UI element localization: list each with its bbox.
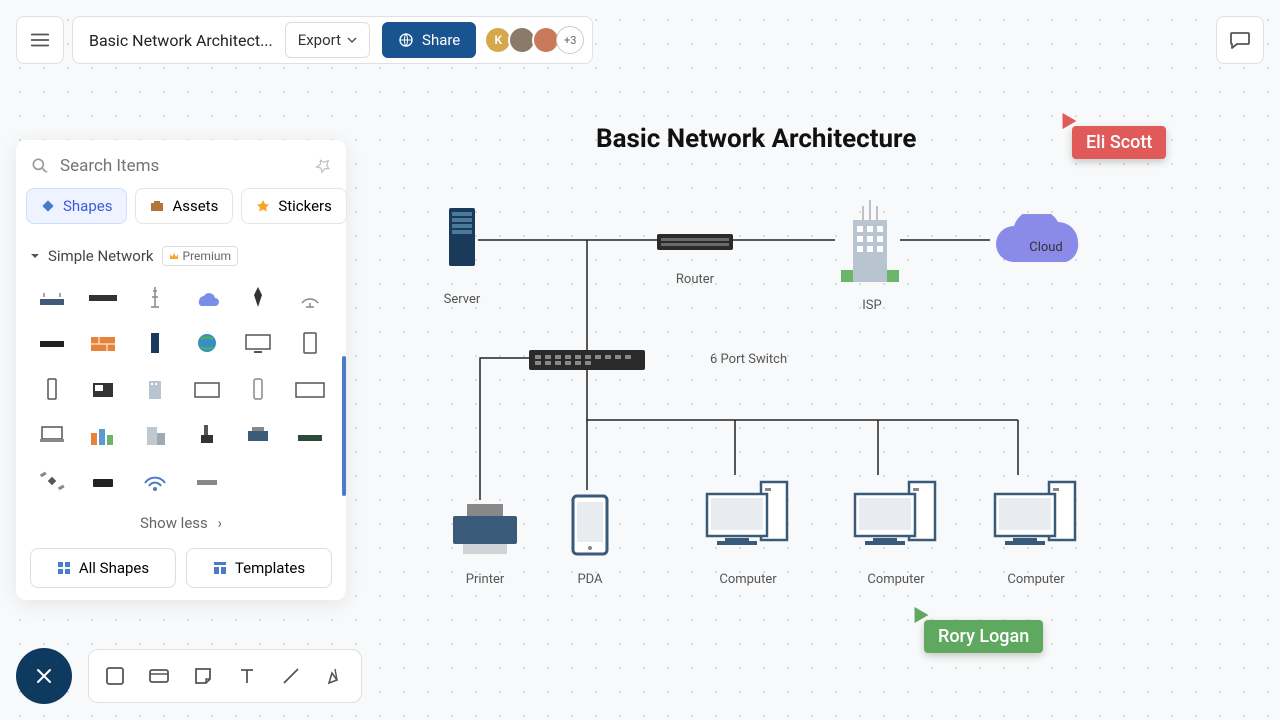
- label-cloud: Cloud: [1029, 240, 1063, 255]
- show-less-button[interactable]: Show less ›: [16, 504, 346, 540]
- shape-tablet[interactable]: [288, 324, 332, 362]
- shape-rack[interactable]: [30, 324, 74, 362]
- collaborator-cursor-eli: Eli Scott: [1072, 126, 1166, 159]
- all-shapes-button[interactable]: All Shapes: [30, 548, 176, 588]
- label-server: Server: [444, 292, 481, 307]
- shape-screen[interactable]: [185, 370, 229, 408]
- node-router[interactable]: [657, 228, 733, 258]
- comments-button[interactable]: [1216, 16, 1264, 64]
- collaborator-avatars[interactable]: K +3: [488, 26, 584, 54]
- briefcase-icon: [150, 199, 164, 213]
- layout-icon: [213, 561, 227, 575]
- node-computer-3[interactable]: [991, 478, 1081, 560]
- shape-laptop[interactable]: [30, 416, 74, 454]
- label-computer-2: Computer: [867, 572, 924, 587]
- shapes-panel: Shapes Assets Stickers Simple Network Pr…: [16, 140, 346, 600]
- shape-hub[interactable]: [82, 462, 126, 500]
- chat-icon: [1228, 28, 1252, 52]
- tab-stickers[interactable]: Stickers: [241, 188, 347, 224]
- node-server[interactable]: [447, 208, 477, 270]
- shape-fax[interactable]: [82, 370, 126, 408]
- label-pda: PDA: [577, 572, 602, 587]
- shape-satellite[interactable]: [30, 462, 74, 500]
- node-switch[interactable]: [529, 350, 645, 374]
- shape-globe[interactable]: [185, 324, 229, 362]
- chevron-down-icon: [347, 35, 357, 45]
- tab-shapes[interactable]: Shapes: [26, 188, 127, 224]
- node-computer-1[interactable]: [703, 478, 793, 560]
- shape-office[interactable]: [133, 416, 177, 454]
- label-computer-3: Computer: [1007, 572, 1064, 587]
- label-router: Router: [676, 272, 714, 287]
- shape-building[interactable]: [133, 370, 177, 408]
- shape-city[interactable]: [82, 416, 126, 454]
- star-icon: [256, 199, 270, 213]
- tool-pen[interactable]: [315, 656, 355, 696]
- search-input[interactable]: [60, 156, 304, 176]
- scrollbar[interactable]: [342, 356, 346, 496]
- shape-printer[interactable]: [237, 416, 281, 454]
- tool-line[interactable]: [271, 656, 311, 696]
- tool-text[interactable]: [227, 656, 267, 696]
- tab-assets[interactable]: Assets: [135, 188, 233, 224]
- shape-firewall[interactable]: [82, 324, 126, 362]
- tool-strip: [88, 649, 362, 703]
- menu-button[interactable]: [16, 16, 64, 64]
- label-printer: Printer: [466, 572, 505, 587]
- label-isp: ISP: [862, 298, 881, 313]
- node-printer[interactable]: [449, 500, 521, 560]
- avatar-more[interactable]: +3: [556, 26, 584, 54]
- document-title[interactable]: Basic Network Architect...: [89, 31, 273, 50]
- shape-switch[interactable]: [82, 278, 126, 316]
- search-icon: [30, 156, 50, 176]
- grid-icon: [57, 561, 71, 575]
- tool-note[interactable]: [183, 656, 223, 696]
- shape-cloud[interactable]: [185, 278, 229, 316]
- shape-monitor[interactable]: [237, 324, 281, 362]
- pin-icon[interactable]: [310, 153, 335, 178]
- diamond-icon: [41, 199, 55, 213]
- label-computer-1: Computer: [719, 572, 776, 587]
- export-button[interactable]: Export: [285, 22, 370, 58]
- label-switch: 6 Port Switch: [710, 352, 787, 367]
- shape-wifi-router[interactable]: [30, 278, 74, 316]
- shape-mobile[interactable]: [237, 370, 281, 408]
- shape-wireless[interactable]: [133, 462, 177, 500]
- close-icon: [34, 666, 54, 686]
- node-pda[interactable]: [571, 494, 609, 560]
- collapse-icon: [30, 251, 40, 261]
- shape-modem[interactable]: [288, 416, 332, 454]
- title-bar: Basic Network Architect... Export Share …: [72, 16, 593, 64]
- shape-server[interactable]: [133, 324, 177, 362]
- close-fab[interactable]: [16, 648, 72, 704]
- section-simple-network[interactable]: Simple Network Premium: [16, 236, 346, 274]
- shape-satellite-dish[interactable]: [288, 278, 332, 316]
- crown-icon: [169, 251, 179, 261]
- hamburger-icon: [29, 29, 51, 51]
- share-button[interactable]: Share: [382, 22, 476, 58]
- tool-rectangle[interactable]: [95, 656, 135, 696]
- node-isp[interactable]: [835, 200, 905, 292]
- shape-phone[interactable]: [30, 370, 74, 408]
- tool-card[interactable]: [139, 656, 179, 696]
- shape-patch[interactable]: [185, 462, 229, 500]
- collaborator-cursor-rory: Rory Logan: [924, 620, 1043, 653]
- premium-badge: Premium: [162, 246, 238, 266]
- templates-button[interactable]: Templates: [186, 548, 332, 588]
- globe-icon: [398, 32, 414, 48]
- node-computer-2[interactable]: [851, 478, 941, 560]
- shape-tv[interactable]: [288, 370, 332, 408]
- shape-tower[interactable]: [133, 278, 177, 316]
- shape-cordless[interactable]: [185, 416, 229, 454]
- shape-rocket[interactable]: [237, 278, 281, 316]
